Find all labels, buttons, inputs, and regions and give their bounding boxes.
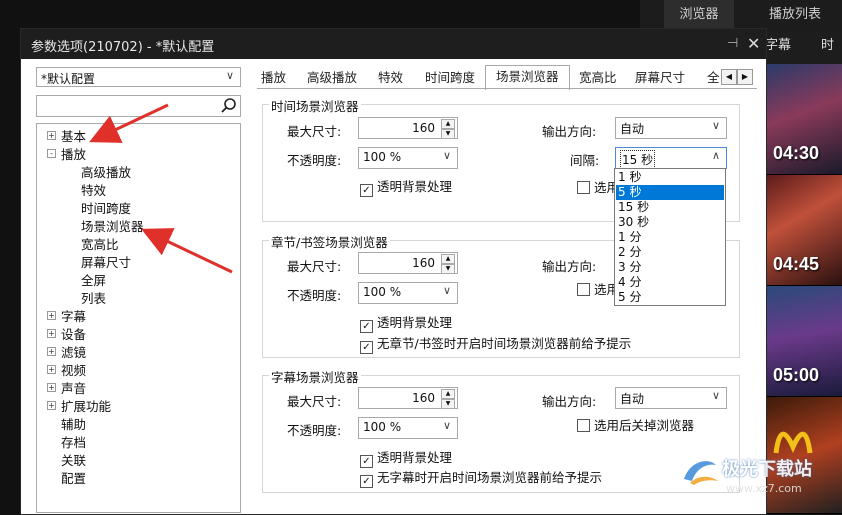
watermark-logo-icon xyxy=(684,461,718,485)
annotation-arrows xyxy=(89,103,233,274)
watermark-url: www.xz7.com xyxy=(726,482,802,495)
watermark-brand: 极光下载站 xyxy=(722,459,812,480)
arrow-to-basic xyxy=(89,103,169,143)
arrow-to-scene-browser xyxy=(141,228,233,274)
